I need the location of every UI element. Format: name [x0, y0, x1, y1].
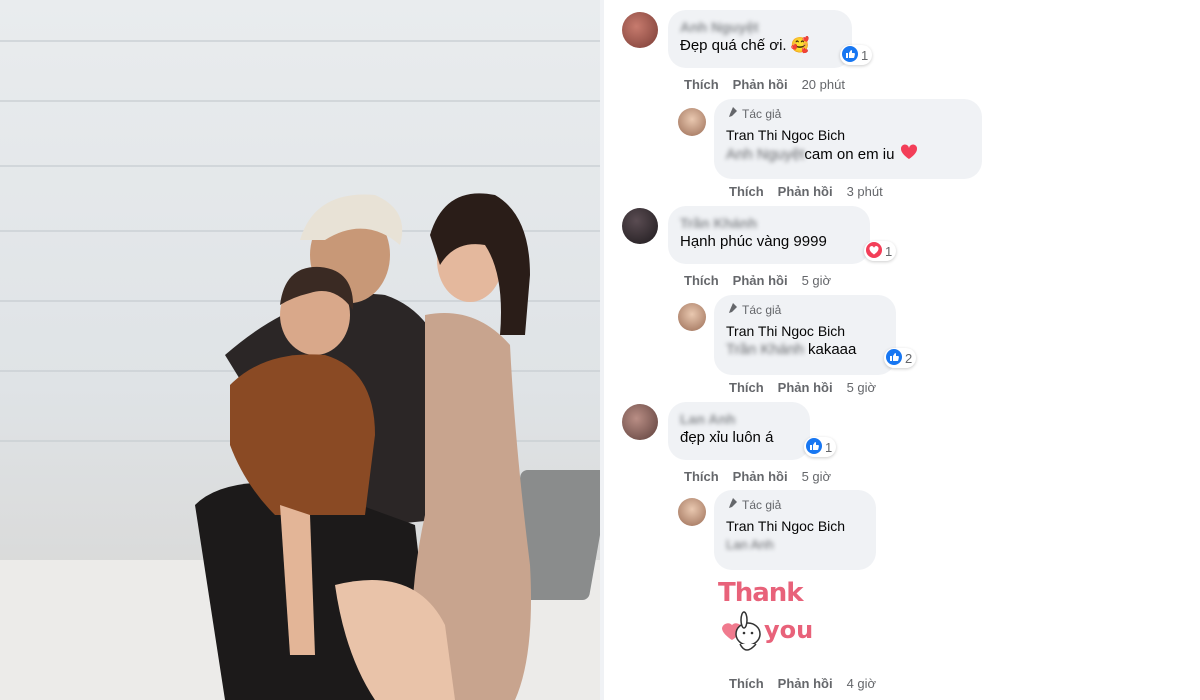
comment-text: Đẹp quá chế ơi. 🥰: [680, 37, 810, 54]
commenter-avatar[interactable]: [622, 404, 658, 440]
wall-slat: [0, 165, 600, 167]
reply-text-row: Trần Khánh kakaaa: [726, 340, 884, 360]
comment-actions: Thích Phản hồi 5 giờ: [684, 469, 831, 485]
author-tag: Tác giả: [726, 497, 864, 513]
reply-bubble: Tác giả Tran Thi Ngoc Bich Trần Khánh ka…: [714, 295, 896, 375]
reaction-count: 2: [905, 350, 913, 366]
mention-link[interactable]: Lan Anh: [726, 537, 774, 552]
reaction-badge[interactable]: 1: [864, 241, 897, 261]
reaction-count: 1: [885, 243, 893, 259]
comment-text: Hạnh phúc vàng 9999: [680, 233, 827, 250]
wall-slat: [0, 100, 600, 102]
author-avatar[interactable]: [678, 108, 706, 136]
reply-text: cam on em iu: [804, 146, 895, 163]
comment-actions: Thích Phản hồi 20 phút: [684, 77, 845, 93]
reply-button[interactable]: Phản hồi: [733, 469, 788, 485]
like-button[interactable]: Thích: [684, 273, 719, 289]
author-name[interactable]: Tran Thi Ngoc Bich: [726, 126, 970, 144]
reaction-badge[interactable]: 2: [884, 348, 917, 368]
commenter-avatar[interactable]: [622, 12, 658, 48]
mention-link[interactable]: Trần Khánh: [726, 341, 804, 358]
reply-button[interactable]: Phản hồi: [778, 380, 833, 396]
like-button[interactable]: Thích: [729, 380, 764, 396]
comment-bubble: Lan Anh đẹp xỉu luôn á: [668, 402, 810, 460]
author-tag: Tác giả: [726, 106, 970, 122]
commenter-name[interactable]: Anh Nguyệt: [680, 18, 840, 36]
author-name[interactable]: Tran Thi Ngoc Bich: [726, 517, 864, 535]
heart-icon: [900, 144, 918, 166]
comment-actions: Thích Phản hồi 5 giờ: [684, 273, 831, 289]
love-icon: [866, 241, 882, 261]
reply-time[interactable]: 5 giờ: [847, 380, 877, 396]
family-figures: [195, 193, 531, 700]
reaction-count: 1: [861, 47, 869, 63]
reply-button[interactable]: Phản hồi: [733, 273, 788, 289]
author-tag-label: Tác giả: [742, 497, 782, 512]
sticker-text-thank: Thank: [718, 578, 804, 608]
author-tag-label: Tác giả: [742, 106, 782, 121]
reply-text-row: Anh Nguyệt cam on em iu: [726, 144, 970, 166]
comment-time[interactable]: 20 phút: [802, 77, 845, 93]
reply-button[interactable]: Phản hồi: [778, 184, 833, 200]
thank-you-sticker[interactable]: Thank you: [716, 578, 814, 660]
mic-icon: [726, 302, 738, 318]
author-tag-label: Tác giả: [742, 302, 782, 317]
reply-time[interactable]: 4 giờ: [847, 676, 877, 692]
reply-text-row: Lan Anh: [726, 535, 864, 555]
comment-bubble: Trần Khánh Hạnh phúc vàng 9999: [668, 206, 870, 264]
reaction-badge[interactable]: 1: [804, 437, 837, 457]
author-avatar[interactable]: [678, 498, 706, 526]
reply-button[interactable]: Phản hồi: [733, 77, 788, 93]
sticker-text-you: you: [764, 616, 814, 644]
wall-slat: [0, 40, 600, 42]
mention-link[interactable]: Anh Nguyệt: [726, 145, 804, 165]
commenter-avatar[interactable]: [622, 208, 658, 244]
reply-actions: Thích Phản hồi 3 phút: [729, 184, 883, 200]
author-avatar[interactable]: [678, 303, 706, 331]
like-icon: [842, 45, 858, 65]
reply-bubble: Tác giả Tran Thi Ngoc Bich Lan Anh: [714, 490, 876, 570]
author-name[interactable]: Tran Thi Ngoc Bich: [726, 322, 884, 340]
post-photo[interactable]: [0, 0, 600, 700]
like-icon: [806, 437, 822, 457]
comment-time[interactable]: 5 giờ: [802, 273, 832, 289]
mic-icon: [726, 106, 738, 122]
commenter-name[interactable]: Trần Khánh: [680, 214, 858, 232]
bunny-sticker-icon: [722, 611, 761, 651]
comment-text: đẹp xỉu luôn á: [680, 429, 774, 446]
commenter-name[interactable]: Lan Anh: [680, 410, 798, 428]
comment-time[interactable]: 5 giờ: [802, 469, 832, 485]
like-button[interactable]: Thích: [684, 469, 719, 485]
mic-icon: [726, 497, 738, 513]
author-tag: Tác giả: [726, 302, 884, 318]
like-button[interactable]: Thích: [729, 676, 764, 692]
reply-button[interactable]: Phản hồi: [778, 676, 833, 692]
like-button[interactable]: Thích: [684, 77, 719, 93]
reaction-count: 1: [825, 439, 833, 455]
comments-panel: Anh Nguyệt Đẹp quá chế ơi. 🥰 1 Thích Phả…: [604, 0, 1200, 700]
reaction-badge[interactable]: 1: [840, 45, 873, 65]
reply-actions: Thích Phản hồi 4 giờ: [729, 676, 876, 692]
like-icon: [886, 348, 902, 368]
reply-actions: Thích Phản hồi 5 giờ: [729, 380, 876, 396]
reply-time[interactable]: 3 phút: [847, 184, 883, 200]
comment-bubble: Anh Nguyệt Đẹp quá chế ơi. 🥰: [668, 10, 852, 68]
reply-text: kakaaa: [803, 341, 857, 358]
like-button[interactable]: Thích: [729, 184, 764, 200]
reply-bubble: Tác giả Tran Thi Ngoc Bich Anh Nguyệt ca…: [714, 99, 982, 179]
